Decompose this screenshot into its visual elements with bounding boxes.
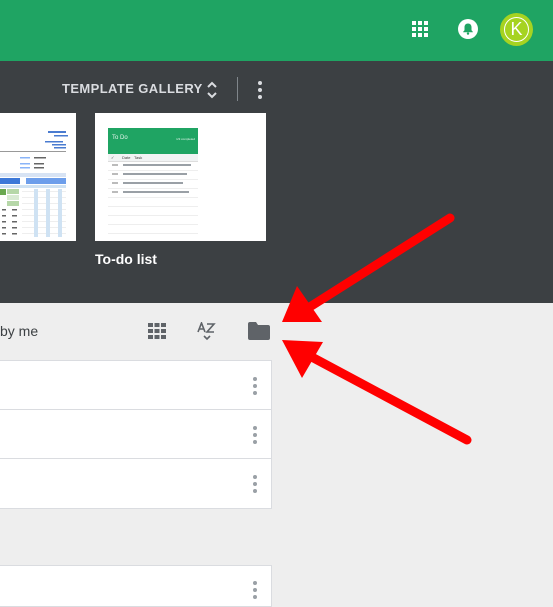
- todo-preview-row: [108, 198, 198, 207]
- sort-az-icon[interactable]: [197, 322, 217, 342]
- todo-preview-row: [108, 162, 198, 171]
- gallery-divider: [237, 77, 238, 101]
- todo-preview-columns: ✓ Date Task: [108, 154, 198, 162]
- todo-preview-col-check: ✓: [111, 155, 115, 160]
- more-vert-icon[interactable]: [254, 80, 266, 100]
- todo-preview-row: [108, 225, 198, 234]
- todo-preview-col-date: Date: [122, 155, 131, 160]
- todo-preview-row: [108, 207, 198, 216]
- arrow-icon: [282, 340, 472, 445]
- list-item[interactable]: [0, 409, 272, 460]
- top-app-bar: K: [0, 0, 553, 61]
- apps-grid-icon[interactable]: [412, 21, 428, 37]
- unfold-more-icon[interactable]: [205, 79, 219, 101]
- folder-icon[interactable]: [248, 322, 270, 340]
- todo-preview: To Do 1/3 completed ✓ Date Task: [108, 128, 198, 238]
- grid-view-icon[interactable]: [148, 323, 166, 339]
- template-gallery-title[interactable]: TEMPLATE GALLERY: [62, 81, 203, 96]
- spreadsheet-preview: [0, 131, 68, 237]
- owner-filter-label[interactable]: by me: [0, 323, 38, 339]
- more-vert-icon[interactable]: [249, 376, 261, 396]
- todo-preview-subtitle: 1/3 completed: [176, 137, 195, 141]
- more-vert-icon[interactable]: [249, 425, 261, 445]
- more-vert-icon[interactable]: [249, 474, 261, 494]
- avatar-initial: K: [510, 19, 523, 39]
- template-label-todo-list[interactable]: To-do list: [95, 251, 157, 267]
- todo-preview-row: [108, 189, 198, 198]
- todo-preview-row: [108, 171, 198, 180]
- todo-preview-col-task: Task: [134, 155, 143, 160]
- todo-preview-row: [108, 216, 198, 225]
- bell-icon[interactable]: [458, 19, 478, 39]
- list-item[interactable]: [0, 360, 272, 411]
- template-gallery: TEMPLATE GALLERY To Do 1/3 completed ✓ D…: [0, 61, 553, 303]
- todo-preview-header: To Do 1/3 completed: [108, 128, 198, 154]
- template-thumbnail-todo-list[interactable]: To Do 1/3 completed ✓ Date Task: [95, 113, 266, 241]
- todo-preview-title: To Do: [112, 135, 128, 141]
- todo-preview-row: [108, 234, 198, 241]
- more-vert-icon[interactable]: [249, 580, 261, 600]
- list-item[interactable]: [0, 458, 272, 509]
- list-item[interactable]: [0, 565, 272, 607]
- avatar[interactable]: K: [500, 13, 533, 46]
- template-thumbnail-schedule[interactable]: [0, 113, 76, 241]
- todo-preview-row: [108, 180, 198, 189]
